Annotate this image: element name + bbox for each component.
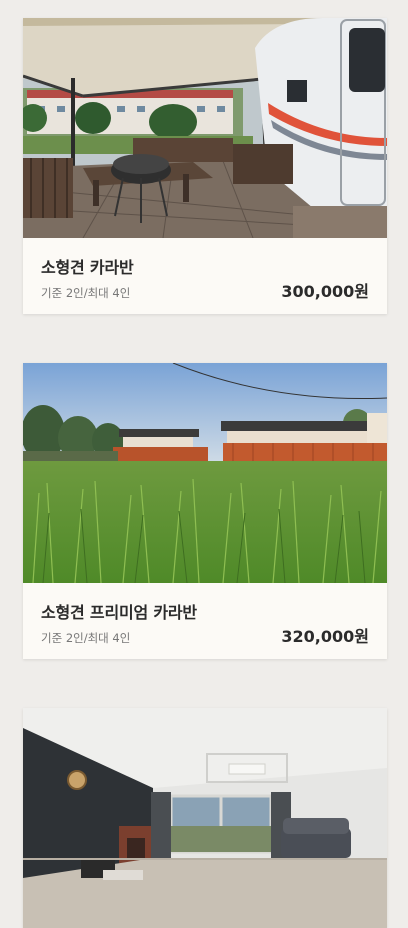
listing-card-partial[interactable] [23,708,387,928]
listing-capacity: 기준 2인/최대 4인 [41,286,131,300]
listing-photo[interactable] [23,18,387,238]
listing-card-small-dog-caravan[interactable]: 소형견 카라반 기준 2인/최대 4인 300,000원 [23,18,387,314]
listing-list: 소형견 카라반 기준 2인/최대 4인 300,000원 소형견 프리미엄 카라… [0,0,408,928]
lawn-caravans-photo [23,363,387,583]
listing-info: 소형견 프리미엄 카라반 기준 2인/최대 4인 320,000원 [23,583,387,659]
listing-name[interactable]: 소형견 카라반 [41,254,134,278]
caravan-deck-photo [23,18,387,238]
room-interior-photo [23,708,387,928]
listing-capacity: 기준 2인/최대 4인 [41,631,131,645]
listing-photo[interactable] [23,363,387,583]
listing-info: 소형견 카라반 기준 2인/최대 4인 300,000원 [23,238,387,314]
listing-price: 320,000원 [281,627,369,646]
listing-card-small-dog-premium-caravan[interactable]: 소형견 프리미엄 카라반 기준 2인/최대 4인 320,000원 [23,363,387,659]
listing-name[interactable]: 소형견 프리미엄 카라반 [41,599,197,623]
listing-photo[interactable] [23,708,387,928]
listing-price: 300,000원 [281,282,369,301]
